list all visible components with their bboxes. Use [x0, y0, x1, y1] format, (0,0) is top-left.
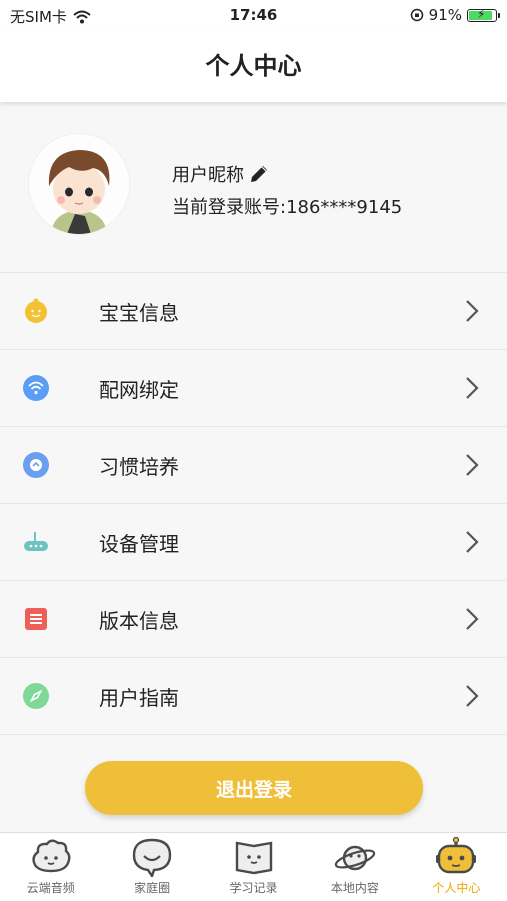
- menu-item-label: 习惯培养: [99, 454, 179, 479]
- avatar[interactable]: [29, 134, 129, 234]
- menu-item-label: 版本信息: [99, 608, 179, 633]
- menu-item-version-info[interactable]: 版本信息: [0, 580, 507, 657]
- tab-cloud-audio[interactable]: 云端音频: [0, 833, 101, 901]
- chevron-right-icon: [466, 608, 479, 630]
- chat-bubble-icon: [132, 838, 172, 877]
- chevron-right-icon: [466, 300, 479, 322]
- tab-label: 本地内容: [330, 881, 379, 895]
- menu-item-label: 配网绑定: [99, 377, 179, 402]
- chevron-right-icon: [466, 531, 479, 553]
- compass-icon: [23, 683, 49, 709]
- menu-item-baby-info[interactable]: 宝宝信息: [0, 272, 507, 349]
- chevron-right-icon: [466, 685, 479, 707]
- battery-icon: ⚡: [467, 7, 500, 22]
- nickname: 用户昵称: [172, 165, 244, 186]
- robot-icon: [436, 837, 477, 874]
- avatar-image: [29, 134, 129, 234]
- tab-personal-center[interactable]: 个人中心: [406, 833, 507, 901]
- status-bar: 无SIM卡 17:46 91% ⚡: [0, 0, 507, 30]
- menu-item-device-management[interactable]: 设备管理: [0, 503, 507, 580]
- planet-icon: [334, 845, 376, 871]
- nickname-row[interactable]: 用户昵称: [172, 161, 270, 187]
- menu-item-label: 宝宝信息: [99, 300, 179, 325]
- tab-family-circle[interactable]: 家庭圈: [101, 833, 202, 901]
- logout-button[interactable]: 退出登录: [85, 761, 423, 815]
- tab-label: 家庭圈: [134, 881, 171, 895]
- chevron-right-icon: [466, 454, 479, 476]
- wifi-icon: [23, 375, 49, 401]
- profile-section: 用户昵称 当前登录账号:186****9145: [0, 104, 507, 272]
- menu-item-user-guide[interactable]: 用户指南: [0, 657, 507, 735]
- tab-local-content[interactable]: 本地内容: [304, 833, 405, 901]
- habit-icon: [23, 452, 49, 478]
- book-icon: [235, 841, 272, 875]
- menu-item-label: 用户指南: [99, 685, 179, 710]
- page-title: 个人中心: [0, 30, 507, 102]
- menu-item-habit-training[interactable]: 习惯培养: [0, 426, 507, 503]
- menu-item-network-binding[interactable]: 配网绑定: [0, 349, 507, 426]
- bottom-tab-bar: 云端音频 家庭圈 学习记录 本地内容 个人中心: [0, 832, 507, 901]
- edit-pencil-icon[interactable]: [248, 163, 270, 185]
- orientation-lock-icon: [410, 8, 423, 22]
- router-icon: [24, 532, 48, 551]
- account-info: 当前登录账号:186****9145: [172, 197, 403, 218]
- document-icon: [25, 608, 47, 630]
- tab-label: 个人中心: [432, 881, 481, 895]
- chevron-right-icon: [466, 377, 479, 399]
- settings-menu: 宝宝信息 配网绑定 习惯培养 设备管理 版本信息 用户指南: [0, 272, 507, 735]
- tab-label: 学习记录: [229, 881, 278, 895]
- tab-label: 云端音频: [26, 881, 75, 895]
- baby-icon: [25, 298, 47, 323]
- menu-item-label: 设备管理: [99, 531, 179, 556]
- tab-study-records[interactable]: 学习记录: [203, 833, 304, 901]
- battery-percent: 91%: [428, 6, 462, 24]
- cloud-icon: [32, 839, 71, 873]
- status-right: 91% ⚡: [410, 6, 500, 24]
